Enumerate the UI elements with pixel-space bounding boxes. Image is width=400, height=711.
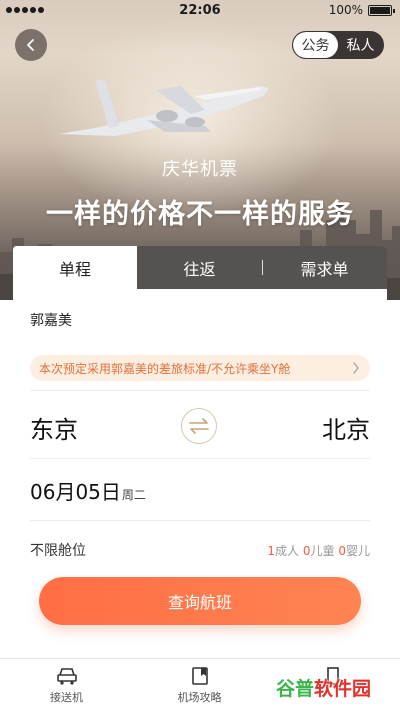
chevron-left-icon xyxy=(27,39,34,51)
tab-request[interactable]: 需求单 xyxy=(262,246,387,289)
car-icon xyxy=(56,668,77,685)
adult-label: 成人 xyxy=(275,544,300,558)
status-battery: 100% xyxy=(328,3,395,17)
tab-request-label: 需求单 xyxy=(300,259,349,279)
divider xyxy=(30,458,370,459)
chevron-right-icon xyxy=(353,362,359,374)
app-title: 庆华机票 xyxy=(162,159,238,180)
watermark-logo: 谷普软件园 xyxy=(276,674,371,701)
departure-city[interactable]: 东京 xyxy=(30,410,78,445)
tab-round-trip-label: 往返 xyxy=(183,259,216,279)
swap-icon xyxy=(189,418,209,434)
arrival-city[interactable]: 北京 xyxy=(322,410,370,445)
tab-round-trip[interactable]: 往返 xyxy=(137,246,262,289)
infant-count: 0 xyxy=(338,544,346,558)
child-count: 0 xyxy=(302,544,311,558)
airplane-image xyxy=(59,80,269,136)
search-flights-button[interactable]: 查询航班 xyxy=(39,577,361,625)
nav-item-pickup[interactable]: 接送机 xyxy=(0,659,133,711)
divider xyxy=(30,520,370,521)
business-private-toggle[interactable]: 公务 私人 xyxy=(292,31,384,59)
book-icon xyxy=(191,667,208,685)
tab-divider xyxy=(262,260,263,275)
toggle-business[interactable]: 公务 xyxy=(293,32,338,58)
watermark-part1: 谷普 xyxy=(276,678,315,700)
swap-cities-button[interactable] xyxy=(181,408,217,444)
cabin-class-selector[interactable]: 不限舱位 xyxy=(30,540,86,560)
nav-item-airport-guide[interactable]: 机场攻略 xyxy=(133,659,266,711)
travel-policy-notice[interactable]: 本次预定采用郭嘉美的差旅标准/不允许乘坐Y舱 xyxy=(30,355,370,381)
notice-text: 本次预定采用郭嘉美的差旅标准/不允许乘坐Y舱 xyxy=(39,361,291,376)
child-label: 儿童 xyxy=(310,544,335,558)
weekday: 周二 xyxy=(121,488,146,502)
back-button[interactable] xyxy=(15,29,47,61)
watermark-part2: 软件园 xyxy=(314,678,372,700)
date-value: 06月05日 xyxy=(30,480,121,504)
trip-type-tabs: 单程 往返 需求单 xyxy=(13,246,387,289)
hero-slogan: 一样的价格不一样的服务 xyxy=(46,199,354,230)
battery-percent: 100% xyxy=(328,3,363,17)
passenger-counts[interactable]: 1成人 0儿童 0婴儿 xyxy=(267,542,370,559)
battery-icon xyxy=(368,4,395,16)
toggle-private[interactable]: 私人 xyxy=(338,32,383,58)
adult-count: 1 xyxy=(267,544,276,558)
passenger-name[interactable]: 郭嘉美 xyxy=(30,310,72,330)
departure-date[interactable]: 06月05日周二 xyxy=(30,476,146,505)
infant-label: 婴儿 xyxy=(345,544,370,558)
divider xyxy=(30,390,370,391)
nav-label-pickup: 接送机 xyxy=(50,691,83,704)
status-bar: 22:06 100% xyxy=(0,0,400,22)
booking-card: 单程 往返 需求单 郭嘉美 本次预定采用郭嘉美的差旅标准/不允许乘坐Y舱 东京 … xyxy=(13,246,387,658)
tab-one-way[interactable]: 单程 xyxy=(13,246,137,289)
nav-label-airport-guide: 机场攻略 xyxy=(177,691,222,704)
